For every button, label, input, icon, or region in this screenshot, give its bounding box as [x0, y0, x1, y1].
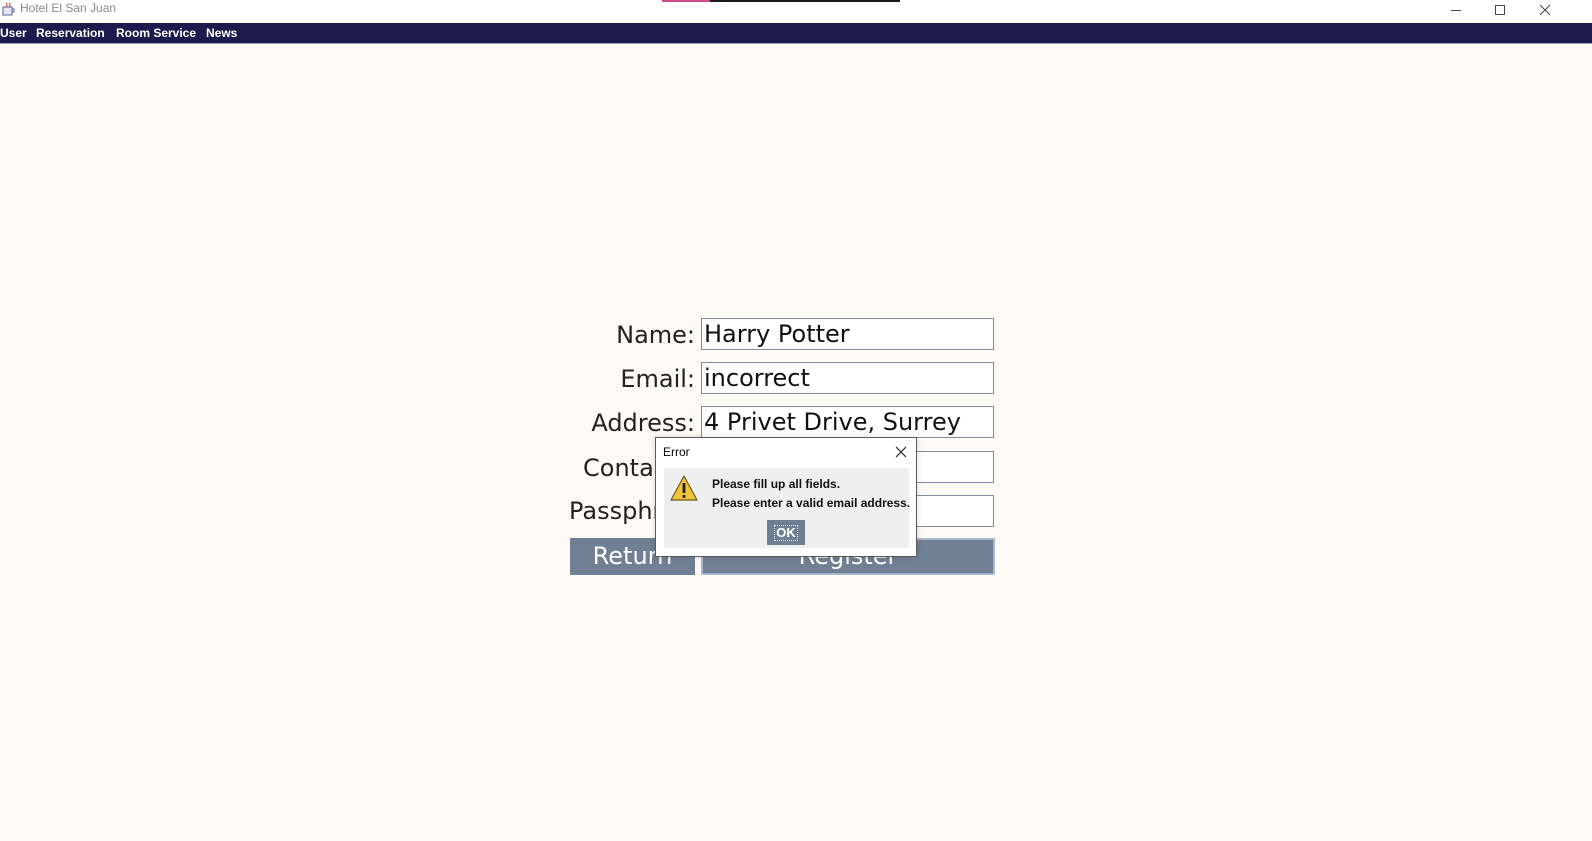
close-button[interactable] — [1523, 0, 1567, 20]
name-field[interactable]: Harry Potter — [701, 318, 994, 350]
dialog-body: Please fill up all fields. Please enter … — [664, 468, 911, 548]
dialog-title: Error — [663, 445, 690, 459]
menu-user[interactable]: User — [0, 26, 27, 40]
window-title: Hotel El San Juan — [20, 1, 117, 15]
email-field[interactable]: incorrect — [701, 362, 994, 394]
minimize-icon — [1451, 10, 1461, 11]
dialog-message-2: Please enter a valid email address. — [712, 496, 911, 510]
maximize-button[interactable] — [1478, 0, 1522, 20]
menu-reservation[interactable]: Reservation — [36, 26, 105, 40]
titlebar-accent — [662, 0, 900, 2]
menu-news[interactable]: News — [206, 26, 237, 40]
name-label: Name: — [616, 321, 695, 349]
email-label: Email: — [620, 365, 695, 393]
ok-button-label: OK — [774, 524, 798, 541]
menu-room-service[interactable]: Room Service — [116, 26, 196, 40]
ok-button[interactable]: OK — [767, 520, 805, 545]
address-label: Address: — [591, 409, 695, 437]
error-dialog: Error Please fill up all fields. Please … — [655, 437, 917, 557]
java-app-icon — [2, 2, 15, 16]
maximize-icon — [1495, 5, 1505, 15]
address-field[interactable]: 4 Privet Drive, Surrey — [701, 406, 994, 438]
minimize-button[interactable] — [1434, 0, 1478, 20]
dialog-message-1: Please fill up all fields. — [712, 477, 841, 491]
warning-icon — [670, 475, 698, 501]
close-icon — [1539, 4, 1551, 16]
close-icon[interactable] — [893, 444, 909, 460]
window-titlebar: Hotel El San Juan — [0, 0, 1592, 23]
menu-bar: User Reservation Room Service News — [0, 23, 1592, 44]
